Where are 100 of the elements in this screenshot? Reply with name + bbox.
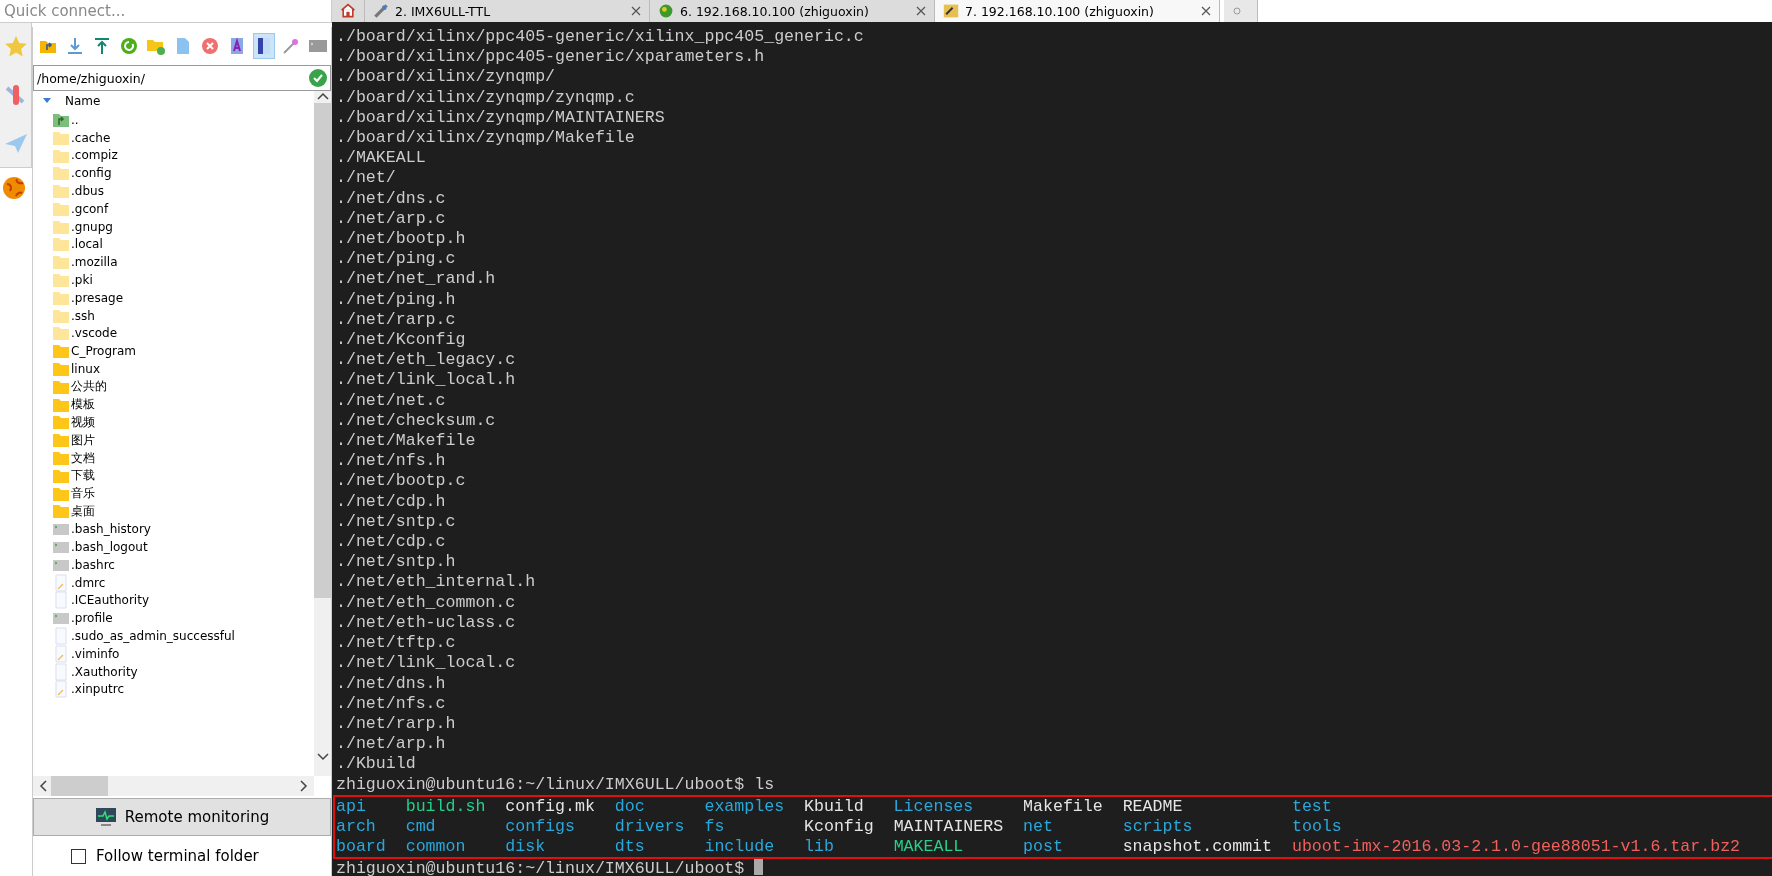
terminal-line: ./board/xilinx/zynqmp/: [336, 67, 556, 88]
name-column-header[interactable]: Name: [65, 94, 101, 108]
terminal-line: ./Kbuild: [336, 754, 416, 775]
close-icon[interactable]: [1201, 6, 1211, 16]
file-name[interactable]: 下载: [71, 467, 95, 485]
file-name[interactable]: 模板: [71, 396, 95, 414]
delete-icon: [200, 36, 220, 56]
terminal-line: ./net/link_local.h: [336, 370, 516, 391]
file-name[interactable]: 桌面: [71, 502, 95, 520]
session-tab[interactable]: 6. 192.168.10.100 (zhiguoxin): [650, 0, 935, 22]
session-tab[interactable]: 7. 192.168.10.100 (zhiguoxin): [935, 0, 1220, 22]
tab-label[interactable]: 7. 192.168.10.100 (zhiguoxin): [965, 3, 1195, 19]
hidden-folder-icon: [52, 235, 70, 254]
close-icon[interactable]: [631, 6, 641, 16]
session-tab[interactable]: 2. IMX6ULL-TTL: [365, 0, 650, 22]
file-icon: [52, 627, 70, 645]
star-icon[interactable]: [4, 35, 28, 59]
file-name[interactable]: 公共的: [71, 378, 107, 396]
scroll-down-icon[interactable]: [316, 752, 329, 762]
file-name[interactable]: .viminfo: [71, 646, 120, 661]
sort-arrow-icon[interactable]: [43, 98, 51, 104]
listing-entry: examples: [704, 796, 785, 817]
home-tab[interactable]: [332, 0, 365, 22]
text-file-icon: [52, 680, 70, 699]
terminal-line: ./net/bootp.c: [336, 471, 466, 492]
file-name[interactable]: .bash_history: [71, 522, 151, 537]
listing-entry: test: [1291, 796, 1332, 817]
file-name[interactable]: .bash_logout: [71, 540, 148, 554]
scrollbar-thumb[interactable]: [314, 103, 331, 598]
text-file-icon: [52, 644, 70, 663]
terminal-line: ./net/sntp.c: [336, 511, 456, 533]
file-name[interactable]: .gnupg: [71, 219, 113, 234]
file-name[interactable]: .vscode: [71, 326, 118, 341]
scroll-right-icon[interactable]: [300, 780, 308, 792]
text-file-icon: [52, 573, 70, 592]
tab-label[interactable]: 2. IMX6ULL-TTL: [395, 3, 625, 19]
file-name[interactable]: .local: [71, 237, 103, 252]
scroll-left-icon[interactable]: [39, 780, 47, 792]
file-name[interactable]: .ICEauthority: [71, 593, 149, 608]
listing-entry: config.mk: [505, 796, 595, 817]
terminal-line: ./board/xilinx/zynqmp/Makefile: [336, 128, 635, 149]
listing-entry: snapshot.commit: [1122, 837, 1273, 858]
file-name[interactable]: .ssh: [71, 308, 95, 323]
terminal-line: ./MAKEALL: [336, 148, 426, 169]
hidden-folder-icon: [52, 182, 70, 201]
terminal-line: ./net/sntp.h: [336, 552, 456, 573]
file-name[interactable]: linux: [71, 362, 100, 377]
listing-entry: dts: [614, 837, 645, 858]
scrollbar-thumb[interactable]: [51, 776, 108, 796]
file-name[interactable]: .compiz: [71, 148, 118, 163]
download-icon: [65, 36, 85, 56]
listing-entry: Licenses: [893, 796, 974, 817]
hidden-folder-icon: [52, 324, 70, 343]
file-name[interactable]: .bashrc: [71, 557, 115, 572]
close-icon[interactable]: [916, 6, 926, 16]
file-name[interactable]: 图片: [71, 431, 95, 449]
listing-entry: README: [1122, 796, 1183, 817]
listing-entry: MAINTAINERS: [893, 816, 1004, 838]
listing-entry: arch: [336, 816, 376, 838]
file-name[interactable]: 视频: [71, 413, 95, 431]
refresh-icon: [119, 36, 139, 56]
file-name[interactable]: .dmrc: [71, 575, 106, 590]
follow-label[interactable]: Follow terminal folder: [96, 847, 259, 865]
terminal-line: ./net/net_rand.h: [336, 269, 496, 290]
file-name[interactable]: .dbus: [71, 184, 104, 199]
file-name[interactable]: .config: [71, 166, 112, 181]
monitor-icon: [94, 807, 117, 827]
file-name[interactable]: 音乐: [71, 485, 95, 503]
check-icon[interactable]: [309, 69, 327, 87]
follow-checkbox[interactable]: [71, 848, 86, 864]
listing-entry: configs: [505, 816, 575, 838]
cable-icon: [373, 3, 389, 19]
terminal-line: ./net/rarp.c: [336, 309, 456, 331]
tab-label[interactable]: 6. 192.168.10.100 (zhiguoxin): [680, 3, 910, 19]
listing-entry: build.sh: [405, 796, 486, 817]
wand-icon: [281, 36, 301, 56]
terminal-line: ./net/ping.h: [336, 289, 456, 310]
quick-connect-field[interactable]: Quick connect...: [0, 0, 332, 23]
file-name[interactable]: .presage: [71, 290, 124, 305]
terminal-line: ./net/arp.c: [336, 208, 446, 230]
folder-icon: [52, 360, 70, 379]
file-name[interactable]: .gconf: [71, 201, 109, 216]
path-field[interactable]: /home/zhiguoxin/: [33, 65, 331, 91]
remote-monitoring-button[interactable]: Remote monitoring: [33, 798, 331, 836]
scroll-up-icon[interactable]: [316, 91, 329, 101]
terminal-line: ./net/cdp.h: [336, 491, 446, 512]
file-name[interactable]: ..: [71, 112, 79, 127]
file-name[interactable]: .pki: [71, 273, 93, 288]
file-name[interactable]: .profile: [71, 611, 113, 626]
globe-icon[interactable]: [2, 176, 26, 200]
file-name[interactable]: .xinputrc: [71, 682, 125, 697]
listing-entry: MAKEALL: [893, 837, 964, 858]
file-name[interactable]: .Xauthority: [71, 664, 138, 679]
file-name[interactable]: C_Program: [71, 344, 136, 359]
file-name[interactable]: .mozilla: [71, 255, 118, 270]
file-name[interactable]: 文档: [71, 449, 95, 467]
split-button[interactable]: [253, 33, 275, 59]
file-name[interactable]: .sudo_as_admin_successful: [71, 629, 235, 643]
file-name[interactable]: .cache: [71, 130, 111, 145]
listing-entry: Kconfig: [804, 816, 874, 838]
